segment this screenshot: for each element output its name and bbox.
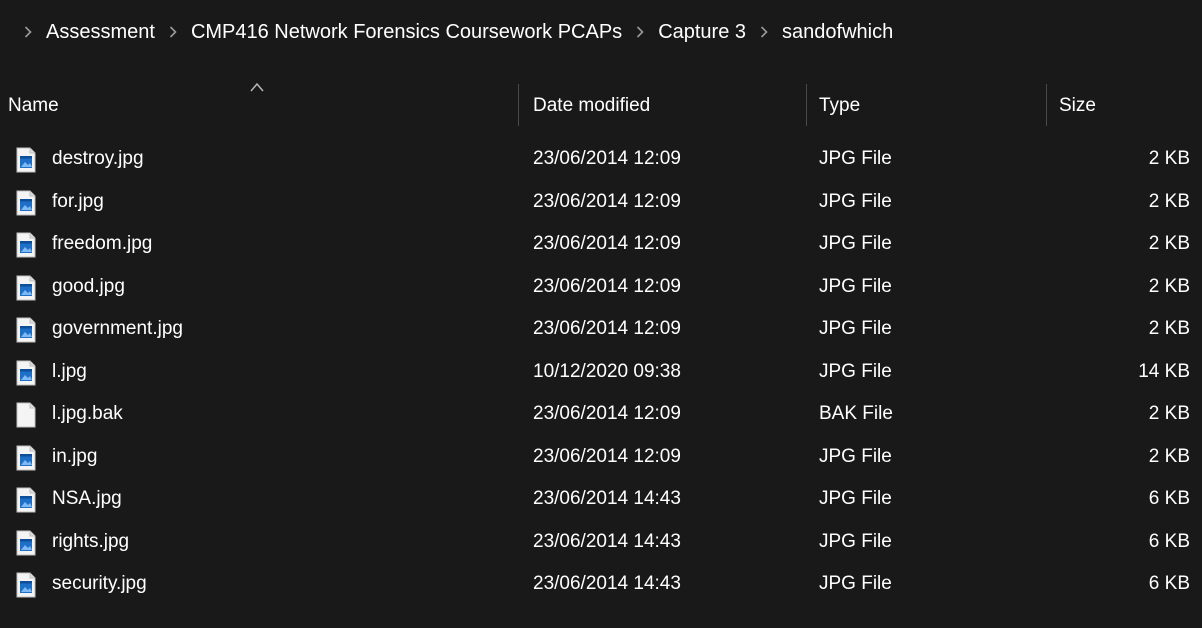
breadcrumb-item-sandofwhich[interactable]: sandofwhich: [780, 17, 895, 48]
chevron-right-icon[interactable]: [24, 26, 32, 38]
file-name: security.jpg: [52, 573, 147, 595]
file-type: BAK File: [819, 403, 893, 425]
chevron-right-icon[interactable]: [760, 26, 768, 38]
file-type: JPG File: [819, 233, 892, 255]
column-divider[interactable]: [518, 84, 519, 126]
file-row[interactable]: for.jpg 23/06/2014 12:09 JPG File 2 KB: [0, 181, 1202, 224]
image-file-icon: [14, 147, 38, 173]
image-file-icon: [14, 232, 38, 258]
file-date-modified: 23/06/2014 14:43: [533, 488, 681, 510]
file-type: JPG File: [819, 530, 892, 552]
file-type: JPG File: [819, 488, 892, 510]
file-type: JPG File: [819, 573, 892, 595]
chevron-right-icon[interactable]: [169, 26, 177, 38]
file-size: 2 KB: [1148, 445, 1190, 467]
file-rows: destroy.jpg 23/06/2014 12:09 JPG File 2 KB f…: [0, 138, 1202, 606]
file-type: JPG File: [819, 318, 892, 340]
column-divider[interactable]: [806, 84, 807, 126]
file-row[interactable]: l.jpg.bak 23/06/2014 12:09 BAK File 2 KB: [0, 393, 1202, 436]
file-date-modified: 23/06/2014 12:09: [533, 318, 681, 340]
file-type: JPG File: [819, 190, 892, 212]
file-type: JPG File: [819, 445, 892, 467]
image-file-icon: [14, 487, 38, 513]
column-header-type[interactable]: Type: [819, 88, 1044, 124]
file-size: 2 KB: [1148, 318, 1190, 340]
file-row[interactable]: freedom.jpg 23/06/2014 12:09 JPG File 2 KB: [0, 223, 1202, 266]
image-file-icon: [14, 275, 38, 301]
image-file-icon: [14, 317, 38, 343]
file-type: JPG File: [819, 360, 892, 382]
breadcrumb-item-capture-3[interactable]: Capture 3: [656, 17, 748, 48]
file-date-modified: 23/06/2014 12:09: [533, 233, 681, 255]
file-name: rights.jpg: [52, 530, 130, 552]
file-date-modified: 23/06/2014 12:09: [533, 445, 681, 467]
blank-file-icon: [14, 402, 38, 428]
file-size: 6 KB: [1148, 488, 1190, 510]
file-size: 2 KB: [1148, 190, 1190, 212]
file-date-modified: 23/06/2014 14:43: [533, 530, 681, 552]
file-size: 2 KB: [1148, 403, 1190, 425]
file-size: 2 KB: [1148, 233, 1190, 255]
file-size: 2 KB: [1148, 148, 1190, 170]
file-size: 6 KB: [1148, 573, 1190, 595]
file-name: good.jpg: [52, 275, 125, 297]
image-file-icon: [14, 572, 38, 598]
file-size: 6 KB: [1148, 530, 1190, 552]
file-row[interactable]: good.jpg 23/06/2014 12:09 JPG File 2 KB: [0, 266, 1202, 309]
file-type: JPG File: [819, 275, 892, 297]
image-file-icon: [14, 190, 38, 216]
file-date-modified: 10/12/2020 09:38: [533, 360, 681, 382]
file-name: for.jpg: [52, 190, 104, 212]
file-name: l.jpg.bak: [52, 403, 123, 425]
image-file-icon: [14, 530, 38, 556]
breadcrumb-item-pcaps[interactable]: CMP416 Network Forensics Coursework PCAP…: [189, 17, 624, 48]
file-date-modified: 23/06/2014 14:43: [533, 573, 681, 595]
image-file-icon: [14, 360, 38, 386]
column-header-name[interactable]: Name: [8, 88, 513, 124]
file-row[interactable]: in.jpg 23/06/2014 12:09 JPG File 2 KB: [0, 436, 1202, 479]
file-date-modified: 23/06/2014 12:09: [533, 275, 681, 297]
breadcrumb-item-assessment[interactable]: Assessment: [44, 17, 157, 48]
chevron-right-icon[interactable]: [636, 26, 644, 38]
file-row[interactable]: security.jpg 23/06/2014 14:43 JPG File 6 KB: [0, 563, 1202, 606]
file-name: destroy.jpg: [52, 148, 144, 170]
file-date-modified: 23/06/2014 12:09: [533, 190, 681, 212]
file-date-modified: 23/06/2014 12:09: [533, 148, 681, 170]
file-row[interactable]: l.jpg 10/12/2020 09:38 JPG File 14 KB: [0, 351, 1202, 394]
file-name: government.jpg: [52, 318, 183, 340]
column-header-row: Name Date modified Type Size: [0, 76, 1202, 126]
image-file-icon: [14, 445, 38, 471]
file-name: l.jpg: [52, 360, 87, 382]
file-row[interactable]: NSA.jpg 23/06/2014 14:43 JPG File 6 KB: [0, 478, 1202, 521]
file-row[interactable]: rights.jpg 23/06/2014 14:43 JPG File 6 KB: [0, 521, 1202, 564]
file-name: in.jpg: [52, 445, 98, 467]
file-name: freedom.jpg: [52, 233, 153, 255]
address-bar: Assessment CMP416 Network Forensics Cour…: [0, 0, 1202, 65]
file-row[interactable]: destroy.jpg 23/06/2014 12:09 JPG File 2 KB: [0, 138, 1202, 181]
file-size: 2 KB: [1148, 275, 1190, 297]
file-row[interactable]: government.jpg 23/06/2014 12:09 JPG File 2 …: [0, 308, 1202, 351]
column-divider[interactable]: [1046, 84, 1047, 126]
column-header-size[interactable]: Size: [1059, 88, 1189, 124]
file-list: Name Date modified Type Size destroy.jpg…: [0, 64, 1202, 628]
file-size: 14 KB: [1138, 360, 1190, 382]
file-name: NSA.jpg: [52, 488, 122, 510]
column-header-date[interactable]: Date modified: [533, 88, 803, 124]
file-type: JPG File: [819, 148, 892, 170]
file-date-modified: 23/06/2014 12:09: [533, 403, 681, 425]
